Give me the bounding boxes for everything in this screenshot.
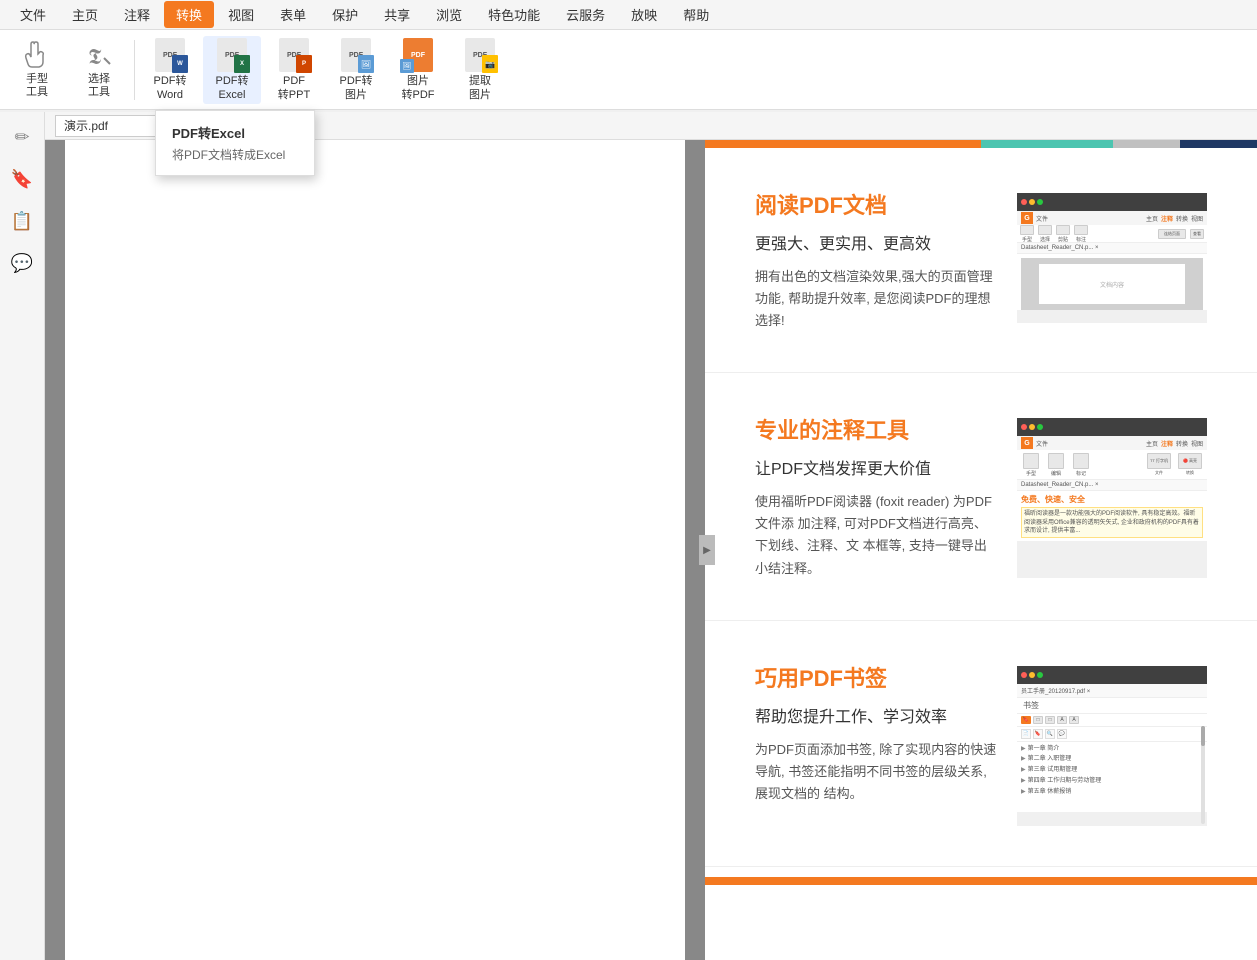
section-bookmark-subtitle: 帮助您提升工作、学习效率 (755, 703, 997, 727)
section-read-text: 阅读PDF文档 更强大、更实用、更高效 拥有出色的文档渲染效果,强大的页面管理功… (755, 188, 997, 332)
section-bookmark-body: 为PDF页面添加书签, 除了实现内容的快速导航, 书签还能指明不同书签的层级关系… (755, 739, 997, 805)
left-panel: ▶ (45, 140, 705, 960)
sidebar-comment-icon[interactable]: 💬 (7, 248, 37, 278)
menu-browse[interactable]: 浏览 (424, 1, 474, 28)
right-panel: 阅读PDF文档 更强大、更实用、更高效 拥有出色的文档渲染效果,强大的页面管理功… (705, 140, 1257, 960)
pdf-to-word-button[interactable]: PDF W PDF转Word (141, 36, 199, 104)
menu-feature[interactable]: 特色功能 (476, 1, 552, 28)
menu-home[interactable]: 主页 (60, 1, 110, 28)
menu-convert[interactable]: 转换 (164, 1, 214, 28)
pdf-to-ppt-label: PDF转PPT (278, 75, 310, 101)
image-to-pdf-icon: PDF 🖼 (400, 37, 436, 73)
tooltip-description: 将PDF文档转成Excel (172, 146, 298, 163)
section-annotate-title: 专业的注释工具 (755, 413, 997, 445)
hand-tool-label: 手型工具 (26, 73, 48, 99)
sidebar-bookmark-icon[interactable]: 🔖 (7, 164, 37, 194)
main-content: ▶ 阅读PDF文档 更强大、更实用、更高效 拥有出色的文档渲染效果,强大的页面管… (45, 140, 1257, 960)
pdf-to-word-label: PDF转Word (154, 75, 187, 101)
collapse-panel-button[interactable]: ▶ (699, 535, 715, 565)
section-read: 阅读PDF文档 更强大、更实用、更高效 拥有出色的文档渲染效果,强大的页面管理功… (705, 148, 1257, 373)
section-bookmark-preview: 员工手册_20120917.pdf × 书签 🔖 □ □ A A 📄 🔖 (1017, 666, 1207, 826)
pdf-to-ppt-icon: PDF P (276, 37, 312, 73)
section-read-preview: G 文件 主页 注释 转换 视图 手型 选 (1017, 193, 1207, 323)
section-annotate: 专业的注释工具 让PDF文档发挥更大价值 使用福昕PDF阅读器 (foxit r… (705, 373, 1257, 620)
pdf-to-ppt-button[interactable]: PDF P PDF转PPT (265, 36, 323, 104)
color-seg-orange (705, 140, 981, 148)
pdf-to-image-icon: PDF 🖼 (338, 37, 374, 73)
menu-annotate[interactable]: 注释 (112, 1, 162, 28)
menu-form[interactable]: 表单 (268, 1, 318, 28)
tooltip-title: PDF转Excel (172, 123, 298, 142)
toolbar: 手型工具 𝕿 选择工具 PDF W PDF转Word (0, 30, 1257, 110)
menu-slideshow[interactable]: 放映 (619, 1, 669, 28)
svg-text:𝕿: 𝕿 (88, 44, 102, 69)
section-annotate-body: 使用福昕PDF阅读器 (foxit reader) 为PDF文件添 加注释, 可… (755, 491, 997, 579)
color-seg-navy (1180, 140, 1257, 148)
color-seg-gray (1113, 140, 1179, 148)
select-tool-button[interactable]: 𝕿 选择工具 (70, 36, 128, 104)
select-icon: 𝕿 (81, 40, 117, 72)
document-page (65, 140, 685, 960)
image-to-pdf-label: 图片转PDF (402, 75, 435, 101)
menu-view[interactable]: 视图 (216, 1, 266, 28)
section-annotate-preview: G 文件 主页 注释 转换 视图 手型 编 (1017, 418, 1207, 578)
section-annotate-subtitle: 让PDF文档发挥更大价值 (755, 455, 997, 479)
menu-help[interactable]: 帮助 (671, 1, 721, 28)
pdf-to-excel-icon: PDF X (214, 37, 250, 73)
pdf-to-image-button[interactable]: PDF 🖼 PDF转图片 (327, 36, 385, 104)
section-annotate-text: 专业的注释工具 让PDF文档发挥更大价值 使用福昕PDF阅读器 (foxit r… (755, 413, 997, 579)
select-tool-label: 选择工具 (88, 73, 110, 99)
image-to-pdf-button[interactable]: PDF 🖼 图片转PDF (389, 36, 447, 104)
menu-file[interactable]: 文件 (8, 1, 58, 28)
section-bookmark-text: 巧用PDF书签 帮助您提升工作、学习效率 为PDF页面添加书签, 除了实现内容的… (755, 661, 997, 805)
tooltip-popup: PDF转Excel 将PDF文档转成Excel (155, 110, 315, 176)
section-read-title: 阅读PDF文档 (755, 188, 997, 220)
menu-share[interactable]: 共享 (372, 1, 422, 28)
section-read-subtitle: 更强大、更实用、更高效 (755, 230, 997, 254)
pdf-to-word-icon: PDF W (152, 37, 188, 73)
section-bookmark: 巧用PDF书签 帮助您提升工作、学习效率 为PDF页面添加书签, 除了实现内容的… (705, 621, 1257, 867)
section-bookmark-title: 巧用PDF书签 (755, 661, 997, 693)
menu-cloud[interactable]: 云服务 (554, 1, 617, 28)
hand-icon (19, 40, 55, 72)
toolbar-divider-1 (134, 40, 135, 100)
extract-image-icon: PDF 📷 (462, 37, 498, 73)
sidebar-pages-icon[interactable]: 📋 (7, 206, 37, 236)
hand-tool-button[interactable]: 手型工具 (8, 36, 66, 104)
section-read-body: 拥有出色的文档渲染效果,强大的页面管理功能, 帮助提升效率, 是您阅读PDF的理… (755, 266, 997, 332)
menu-bar: 文件 主页 注释 转换 视图 表单 保护 共享 浏览 特色功能 云服务 放映 帮… (0, 0, 1257, 30)
left-sidebar: ✏ 🔖 📋 💬 (0, 112, 45, 960)
extract-image-button[interactable]: PDF 📷 提取图片 (451, 36, 509, 104)
pdf-to-excel-label: PDF转Excel (216, 75, 249, 101)
menu-protect[interactable]: 保护 (320, 1, 370, 28)
color-bar (705, 140, 1257, 148)
extract-image-label: 提取图片 (469, 75, 491, 101)
color-seg-teal (981, 140, 1113, 148)
pdf-to-image-label: PDF转图片 (340, 75, 373, 101)
pdf-to-excel-button[interactable]: PDF X PDF转Excel (203, 36, 261, 104)
bottom-accent-bar (705, 877, 1257, 885)
sidebar-pencil-icon[interactable]: ✏ (7, 122, 37, 152)
